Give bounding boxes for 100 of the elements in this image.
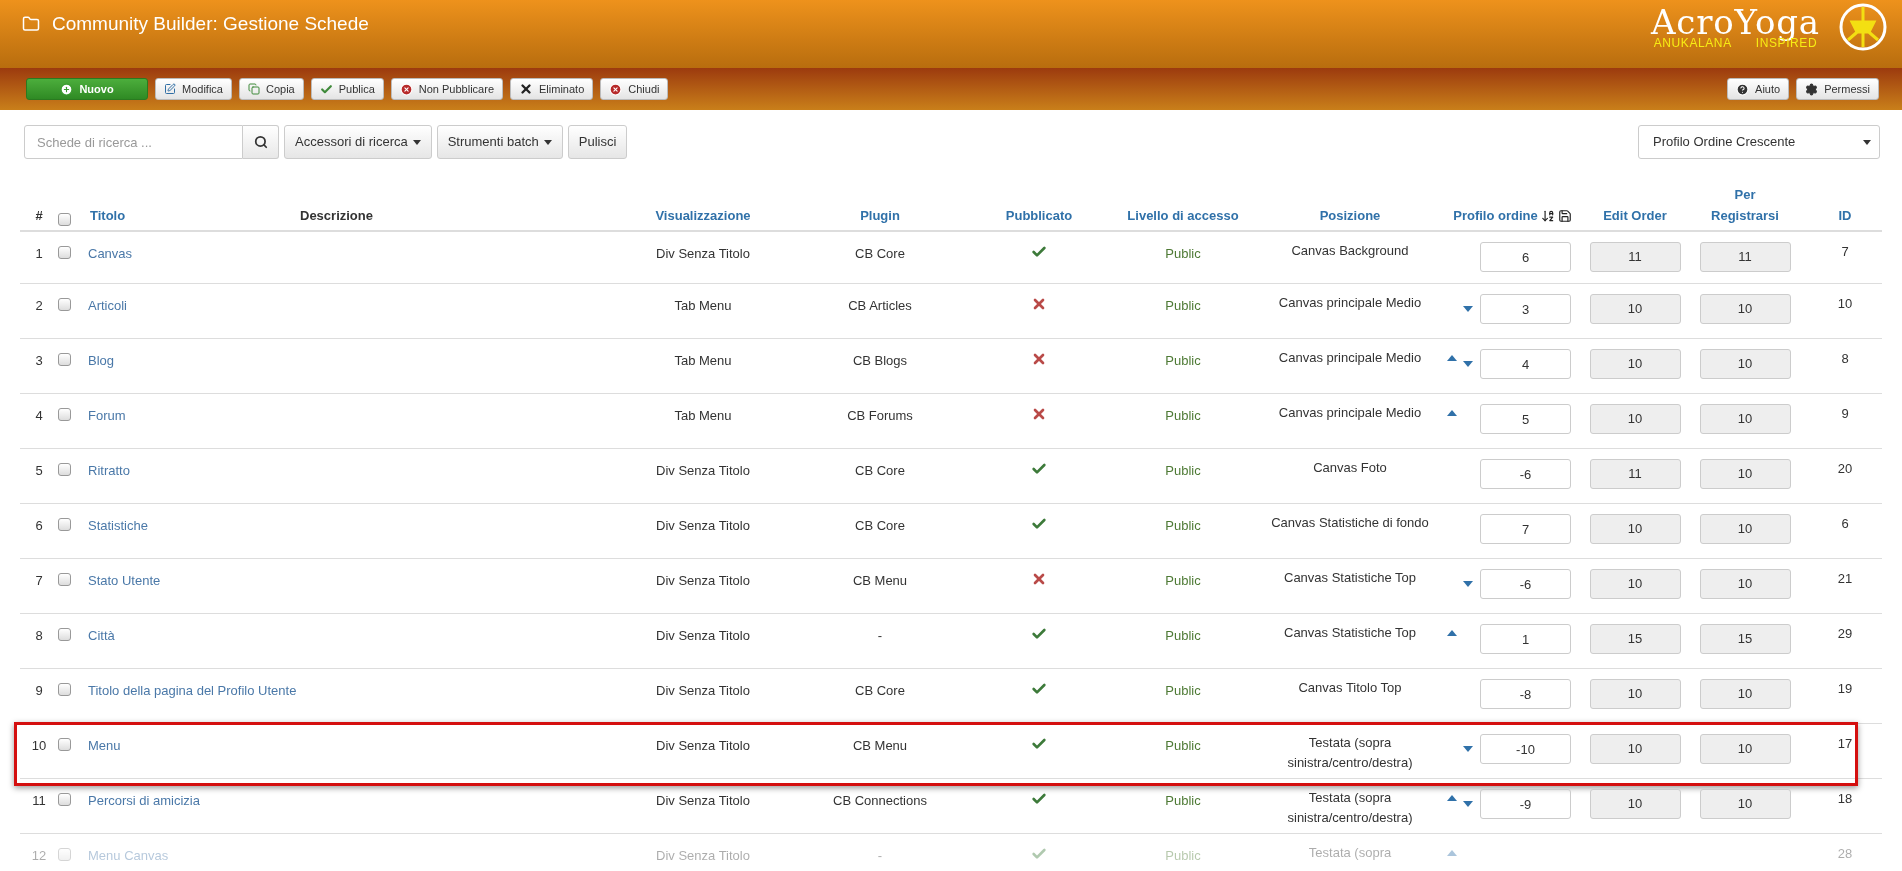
search-field[interactable]: Schede di ricerca ... (24, 125, 243, 159)
sort-select[interactable]: Profilo Ordine Crescente (1638, 125, 1880, 159)
order-readonly-field: 10 (1589, 404, 1681, 434)
table-cell-text: Tab Menu (673, 407, 733, 425)
title-link[interactable]: Blog (88, 339, 330, 371)
row-number: 9 (34, 682, 44, 700)
title-link[interactable]: Statistiche (88, 504, 330, 536)
toolbar-button[interactable]: Eliminato (510, 78, 594, 100)
toolbar-button[interactable]: Modifica (155, 78, 232, 100)
published-check-icon[interactable] (1031, 244, 1047, 260)
column-header[interactable]: Plugin (793, 206, 967, 226)
row-checkbox[interactable] (58, 518, 71, 531)
table-cell-text: Div Senza Titolo (655, 627, 751, 645)
title-link[interactable]: Articoli (88, 284, 330, 316)
table-cell-text: 17 (1836, 735, 1854, 753)
table-cell-text: Div Senza Titolo (655, 245, 751, 263)
title-link[interactable]: Stato Utente (88, 559, 330, 591)
save-icon[interactable] (1557, 208, 1572, 223)
order-field[interactable]: -6 (1480, 569, 1571, 599)
move-down-button[interactable] (1463, 581, 1473, 587)
order-field[interactable]: 7 (1480, 514, 1571, 544)
row-checkbox[interactable] (58, 246, 71, 259)
title-link[interactable]: Canvas (88, 232, 330, 264)
row-checkbox[interactable] (58, 463, 71, 476)
toolbar-button[interactable]: Aiuto (1727, 78, 1790, 100)
sort-icon[interactable] (1540, 208, 1555, 223)
move-up-button[interactable] (1447, 355, 1457, 361)
move-down-button[interactable] (1463, 746, 1473, 752)
row-checkbox[interactable] (58, 408, 71, 421)
published-check-icon[interactable] (1031, 736, 1047, 752)
row-number: 5 (34, 462, 44, 480)
column-header[interactable]: Per (1734, 184, 1756, 206)
table-cell-text: CB Connections (832, 792, 928, 810)
dropdown-button[interactable]: Accessori di ricerca (284, 125, 432, 159)
order-field[interactable]: -9 (1480, 789, 1571, 819)
order-field[interactable]: 5 (1480, 404, 1571, 434)
published-check-icon[interactable] (1031, 626, 1047, 642)
table-cell-text: Div Senza Titolo (655, 517, 751, 535)
unpublished-cross-icon[interactable] (1031, 571, 1047, 587)
title-link[interactable]: Menu (88, 724, 330, 756)
toolbar-button[interactable]: Copia (238, 78, 304, 100)
published-check-icon[interactable] (1031, 516, 1047, 532)
move-down-button[interactable] (1463, 801, 1473, 807)
order-readonly-field: 11 (1589, 459, 1681, 489)
move-up-button[interactable] (1447, 410, 1457, 416)
column-header[interactable]: Profilo ordine (1453, 206, 1538, 226)
toolbar-button[interactable]: Permessi (1796, 78, 1879, 100)
order-field[interactable]: 4 (1480, 349, 1571, 379)
published-check-icon[interactable] (1031, 791, 1047, 807)
row-checkbox[interactable] (58, 738, 71, 751)
dropdown-button[interactable]: Strumenti batch (436, 125, 563, 159)
row-checkbox[interactable] (58, 628, 71, 641)
toolbar-button[interactable]: Nuovo (26, 78, 148, 100)
column-header[interactable]: ID (1800, 206, 1890, 226)
column-header[interactable]: Registrarsi (1711, 206, 1779, 226)
order-readonly-field: 10 (1699, 459, 1791, 489)
order-field[interactable]: -8 (1480, 679, 1571, 709)
caret-icon (1863, 139, 1871, 145)
table-cell-text: - (876, 627, 884, 645)
move-down-button[interactable] (1463, 306, 1473, 312)
toolbar-button[interactable]: Non Pubblicare (390, 78, 503, 100)
table-cell-text: Div Senza Titolo (655, 462, 751, 480)
move-up-button[interactable] (1447, 630, 1457, 636)
order-field[interactable]: 3 (1480, 294, 1571, 324)
order-field[interactable]: -10 (1480, 734, 1571, 764)
search-button[interactable] (243, 125, 279, 159)
row-checkbox[interactable] (58, 298, 71, 311)
order-readonly-field: 10 (1699, 349, 1791, 379)
column-header[interactable]: Pubblicato (967, 206, 1111, 226)
table-cell-text: Tab Menu (673, 297, 733, 315)
title-link[interactable]: Percorsi di amicizia (88, 779, 330, 811)
row-checkbox[interactable] (58, 683, 71, 696)
column-header[interactable]: Posizione (1255, 206, 1445, 226)
unpublished-cross-icon[interactable] (1031, 351, 1047, 367)
move-down-button[interactable] (1463, 361, 1473, 367)
column-header[interactable]: Livello di accesso (1111, 206, 1255, 226)
unpublished-cross-icon[interactable] (1031, 406, 1047, 422)
row-checkbox[interactable] (58, 212, 71, 226)
published-check-icon[interactable] (1031, 681, 1047, 697)
clear-button[interactable]: Pulisci (567, 125, 628, 159)
published-check-icon[interactable] (1031, 461, 1047, 477)
title-link[interactable]: Ritratto (88, 449, 330, 481)
title-link[interactable]: Forum (88, 394, 330, 426)
column-header[interactable]: Visualizzazione (613, 206, 793, 226)
row-checkbox[interactable] (58, 353, 71, 366)
order-readonly-field: 15 (1589, 624, 1681, 654)
order-field[interactable]: 1 (1480, 624, 1571, 654)
move-up-button[interactable] (1447, 795, 1457, 801)
row-number: 3 (34, 352, 44, 370)
caret-icon (412, 139, 421, 145)
order-field[interactable]: -6 (1480, 459, 1571, 489)
toolbar-button[interactable]: Chiudi (600, 78, 669, 100)
unpublished-cross-icon[interactable] (1031, 296, 1047, 312)
toolbar-button[interactable]: Publica (310, 78, 384, 100)
column-header[interactable]: Edit Order (1580, 206, 1690, 226)
row-checkbox[interactable] (58, 573, 71, 586)
order-field[interactable]: 6 (1480, 242, 1571, 272)
title-link[interactable]: Titolo della pagina del Profilo Utente (88, 669, 330, 701)
row-checkbox[interactable] (58, 793, 71, 806)
title-link[interactable]: Città (88, 614, 330, 646)
